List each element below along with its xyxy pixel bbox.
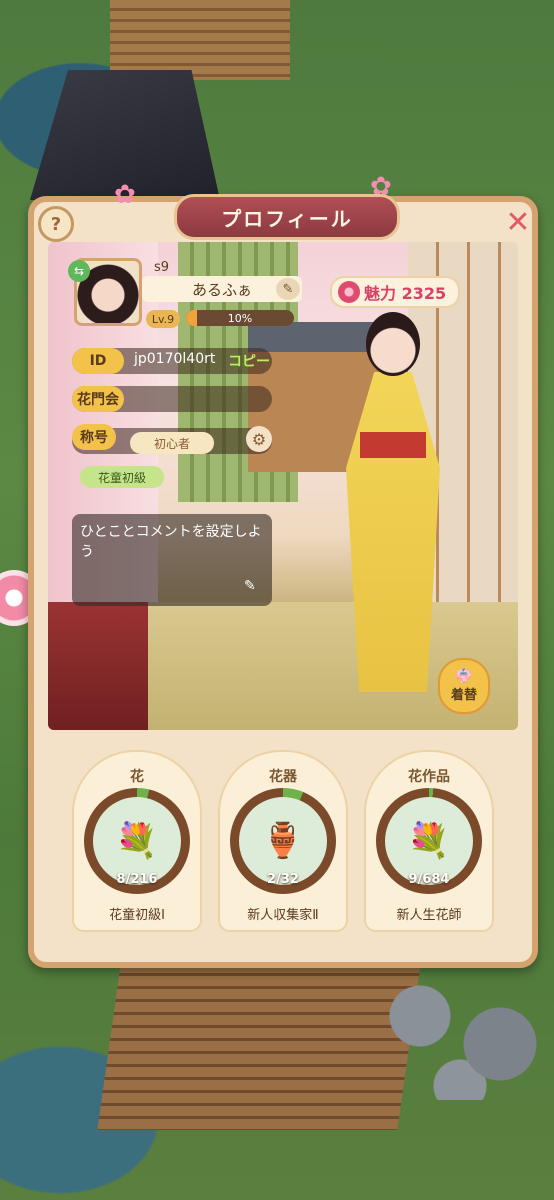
panel-title: プロフィール	[174, 194, 400, 240]
card-title: 花作品	[408, 769, 450, 785]
cherry-blossom-icon: ✿	[114, 180, 136, 210]
card-count: 9/684	[408, 872, 450, 887]
level-badge: Lv.9	[146, 310, 180, 328]
change-outfit-label: 着替	[450, 688, 477, 703]
comment-box[interactable]: ひとことコメントを設定しよう	[72, 514, 272, 606]
card-count: 2/32	[267, 872, 299, 887]
card-rank: 花童初級Ⅰ	[109, 908, 165, 923]
change-outfit-button[interactable]: 👘 着替	[438, 658, 490, 714]
card-title: 花	[130, 769, 144, 785]
card-rank: 新人生花師	[396, 908, 462, 923]
title-value: 初心者	[130, 432, 214, 454]
id-value: jp0170l40rt	[134, 351, 216, 367]
exp-progress-bar: 10%	[186, 310, 294, 326]
rocks	[360, 960, 554, 1100]
rose-icon	[338, 281, 360, 303]
copy-button[interactable]: コピー	[228, 351, 270, 371]
guild-label: 花門会	[72, 386, 124, 412]
dress-icon: 👘	[455, 669, 473, 684]
profile-panel: ✿ ✿ プロフィール ? ✕ ⇆ s9 あるふぁ ✎ Lv.9 10% 魅力 2…	[28, 172, 538, 968]
title-label: 称号	[72, 424, 116, 450]
card-title: 花器	[269, 769, 297, 785]
gear-icon[interactable]: ⚙	[246, 426, 272, 452]
wooden-stairs	[110, 0, 290, 80]
grade-badge: 花童初級	[80, 466, 164, 488]
red-bench	[48, 602, 148, 730]
exp-percent: 10%	[227, 311, 253, 325]
id-label: ID	[72, 348, 124, 374]
help-button[interactable]: ?	[38, 206, 74, 242]
comment-text: ひとことコメントを設定しよう	[80, 524, 262, 560]
charm-badge: 魅力 2325	[330, 276, 460, 308]
swap-arrows-icon[interactable]: ⇆	[68, 260, 90, 282]
collection-cards: 花 💐 8/216 花童初級Ⅰ 花器 🏺 2/32 新人収集家Ⅱ 花作品 💐 9…	[72, 750, 494, 932]
kimono-character	[338, 312, 448, 722]
charm-value: 魅力 2325	[364, 284, 447, 303]
card-rank: 新人収集家Ⅱ	[247, 908, 319, 923]
collection-card-flower[interactable]: 花 💐 8/216 花童初級Ⅰ	[72, 750, 202, 932]
collection-card-vase[interactable]: 花器 🏺 2/32 新人収集家Ⅱ	[218, 750, 348, 932]
close-icon[interactable]: ✕	[498, 204, 538, 240]
pencil-icon[interactable]: ✎	[276, 278, 300, 300]
pencil-icon[interactable]: ✎	[244, 578, 256, 594]
server-label: s9	[154, 260, 170, 275]
card-count: 8/216	[116, 872, 158, 887]
collection-card-arrangement[interactable]: 花作品 💐 9/684 新人生花師	[364, 750, 494, 932]
